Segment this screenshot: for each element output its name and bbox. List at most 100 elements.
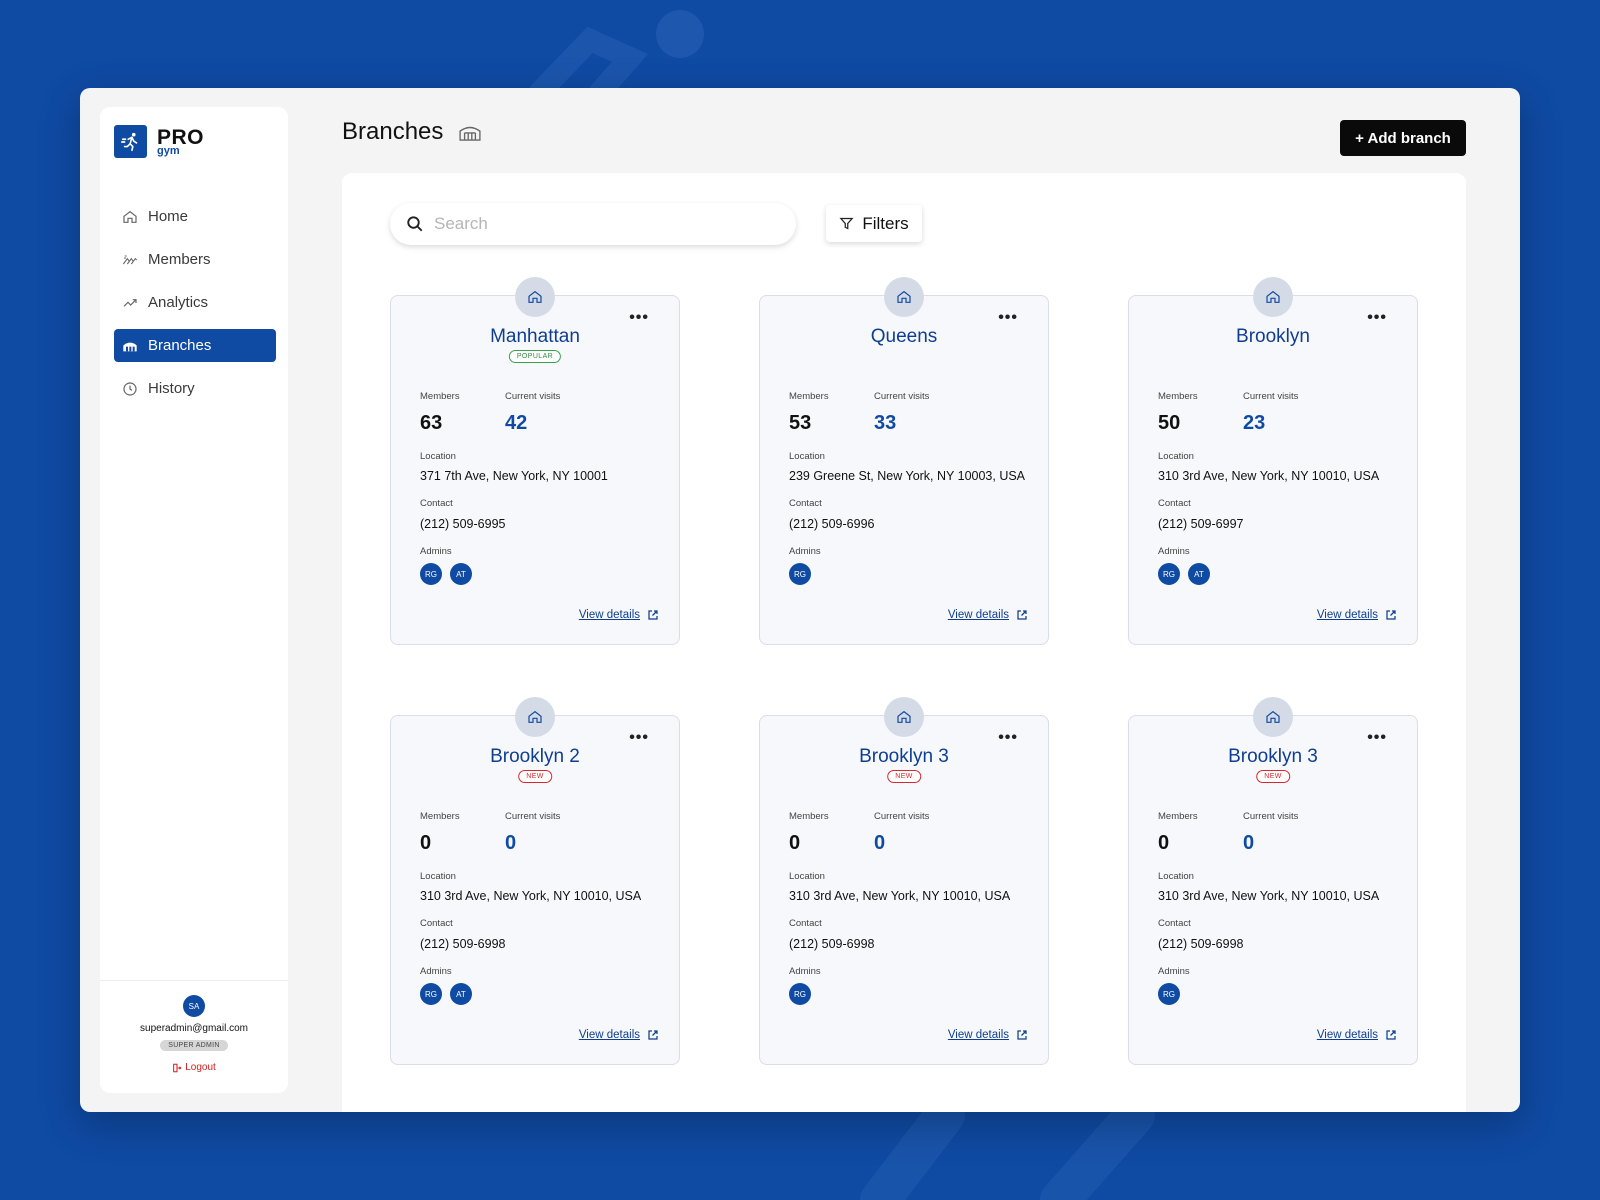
admins-label: Admins — [1158, 966, 1190, 977]
contact-value: (212) 509-6995 — [420, 517, 506, 531]
branch-card: ••• Queens Members Current visits 53 33 … — [759, 277, 1049, 645]
view-details-label: View details — [578, 609, 640, 621]
contact-value: (212) 509-6998 — [789, 937, 875, 951]
add-branch-button[interactable]: + Add branch — [1340, 120, 1466, 156]
branches-icon — [123, 342, 137, 351]
analytics-icon — [123, 298, 137, 307]
admin-avatar[interactable]: RG — [420, 983, 442, 1005]
branches-panel: Filters ••• Manhattan POPULAR Members Cu… — [342, 173, 1466, 1112]
location-label: Location — [1158, 451, 1194, 462]
location-value: 310 3rd Ave, New York, NY 10010, USA — [420, 889, 642, 903]
sidebar-item-members[interactable]: Members — [114, 243, 276, 276]
branch-name: Queens — [870, 326, 938, 347]
branch-name: Manhattan — [490, 326, 580, 347]
branch-name: Brooklyn 3 — [859, 746, 949, 767]
view-details-link[interactable]: View details — [948, 1029, 1028, 1041]
visits-label: Current visits — [874, 391, 930, 402]
contact-value: (212) 509-6996 — [789, 517, 875, 531]
sidebar-item-label: History — [148, 380, 195, 397]
filters-label: Filters — [862, 213, 909, 233]
admin-avatar[interactable]: RG — [789, 983, 811, 1005]
more-options-icon[interactable]: ••• — [1367, 730, 1387, 746]
admin-avatar[interactable]: AT — [450, 563, 472, 585]
view-details-label: View details — [1316, 609, 1378, 621]
branch-badge: NEW — [1256, 770, 1290, 783]
visits-label: Current visits — [505, 811, 561, 822]
search-input[interactable] — [434, 214, 764, 234]
view-details-link[interactable]: View details — [579, 1029, 659, 1041]
external-link-icon — [1386, 610, 1396, 620]
location-label: Location — [420, 451, 456, 462]
branch-home-icon — [515, 697, 555, 737]
user-avatar[interactable]: SA — [183, 995, 205, 1017]
visits-label: Current visits — [505, 391, 561, 402]
location-value: 239 Greene St, New York, NY 10003, USA — [789, 469, 1026, 483]
view-details-label: View details — [947, 1029, 1009, 1041]
brand-logo[interactable]: PRO gym — [114, 125, 204, 158]
branch-home-icon — [1253, 277, 1293, 317]
location-label: Location — [420, 871, 456, 882]
admin-avatar[interactable]: AT — [450, 983, 472, 1005]
more-options-icon[interactable]: ••• — [629, 730, 649, 746]
logout-button[interactable]: Logout — [100, 1062, 288, 1073]
contact-value: (212) 509-6997 — [1158, 517, 1244, 531]
admins-label: Admins — [420, 546, 452, 557]
view-details-label: View details — [947, 609, 1009, 621]
branch-badge: NEW — [887, 770, 921, 783]
sidebar-nav: Home Members Analytics Branches History — [114, 200, 276, 415]
more-options-icon[interactable]: ••• — [1367, 310, 1387, 326]
more-options-icon[interactable]: ••• — [629, 310, 649, 326]
more-options-icon[interactable]: ••• — [998, 310, 1018, 326]
page-title-text: Branches — [342, 118, 444, 145]
branch-home-icon — [515, 277, 555, 317]
admin-avatar[interactable]: RG — [1158, 983, 1180, 1005]
visits-count: 42 — [505, 412, 528, 434]
sidebar-item-history[interactable]: History — [114, 372, 276, 405]
members-count: 0 — [420, 832, 432, 854]
location-label: Location — [1158, 871, 1194, 882]
runner-logo-icon — [114, 125, 147, 158]
history-icon — [123, 381, 137, 396]
sidebar: PRO gym Home Members Analytics Branches — [100, 107, 288, 1093]
sidebar-item-analytics[interactable]: Analytics — [114, 286, 276, 319]
view-details-link[interactable]: View details — [1317, 1029, 1397, 1041]
view-details-link[interactable]: View details — [1317, 609, 1397, 621]
members-count: 0 — [1158, 832, 1170, 854]
visits-label: Current visits — [1243, 811, 1299, 822]
admins-list: RG AT — [420, 983, 480, 1005]
branch-badge: NEW — [518, 770, 552, 783]
location-value: 310 3rd Ave, New York, NY 10010, USA — [1158, 469, 1380, 483]
branch-card: ••• Manhattan POPULAR Members Current vi… — [390, 277, 680, 645]
members-count: 63 — [420, 412, 443, 434]
branch-badge: POPULAR — [508, 350, 562, 363]
admins-label: Admins — [789, 966, 821, 977]
filters-button[interactable]: Filters — [826, 205, 922, 242]
search-bar[interactable] — [390, 203, 796, 245]
admin-avatar[interactable]: RG — [420, 563, 442, 585]
members-count: 0 — [789, 832, 801, 854]
admin-avatar[interactable]: RG — [1158, 563, 1180, 585]
contact-value: (212) 509-6998 — [420, 937, 506, 951]
warehouse-icon — [459, 126, 481, 141]
view-details-link[interactable]: View details — [579, 609, 659, 621]
contact-label: Contact — [420, 498, 453, 509]
sidebar-item-home[interactable]: Home — [114, 200, 276, 233]
page-title: Branches — [342, 118, 481, 146]
members-count: 53 — [789, 412, 812, 434]
branch-card: ••• Brooklyn Members Current visits 50 2… — [1128, 277, 1418, 645]
visits-count: 0 — [505, 832, 517, 854]
view-details-label: View details — [1316, 1029, 1378, 1041]
visits-count: 0 — [1243, 832, 1255, 854]
contact-label: Contact — [1158, 918, 1191, 929]
admins-label: Admins — [789, 546, 821, 557]
view-details-link[interactable]: View details — [948, 609, 1028, 621]
app-window: PRO gym Home Members Analytics Branches — [80, 88, 1520, 1112]
location-value: 310 3rd Ave, New York, NY 10010, USA — [1158, 889, 1380, 903]
sidebar-item-branches[interactable]: Branches — [114, 329, 276, 362]
admin-avatar[interactable]: AT — [1188, 563, 1210, 585]
more-options-icon[interactable]: ••• — [998, 730, 1018, 746]
branch-card: ••• Brooklyn 3 NEW Members Current visit… — [1128, 697, 1418, 1065]
members-count: 50 — [1158, 412, 1181, 434]
external-link-icon — [1017, 1030, 1027, 1040]
admin-avatar[interactable]: RG — [789, 563, 811, 585]
